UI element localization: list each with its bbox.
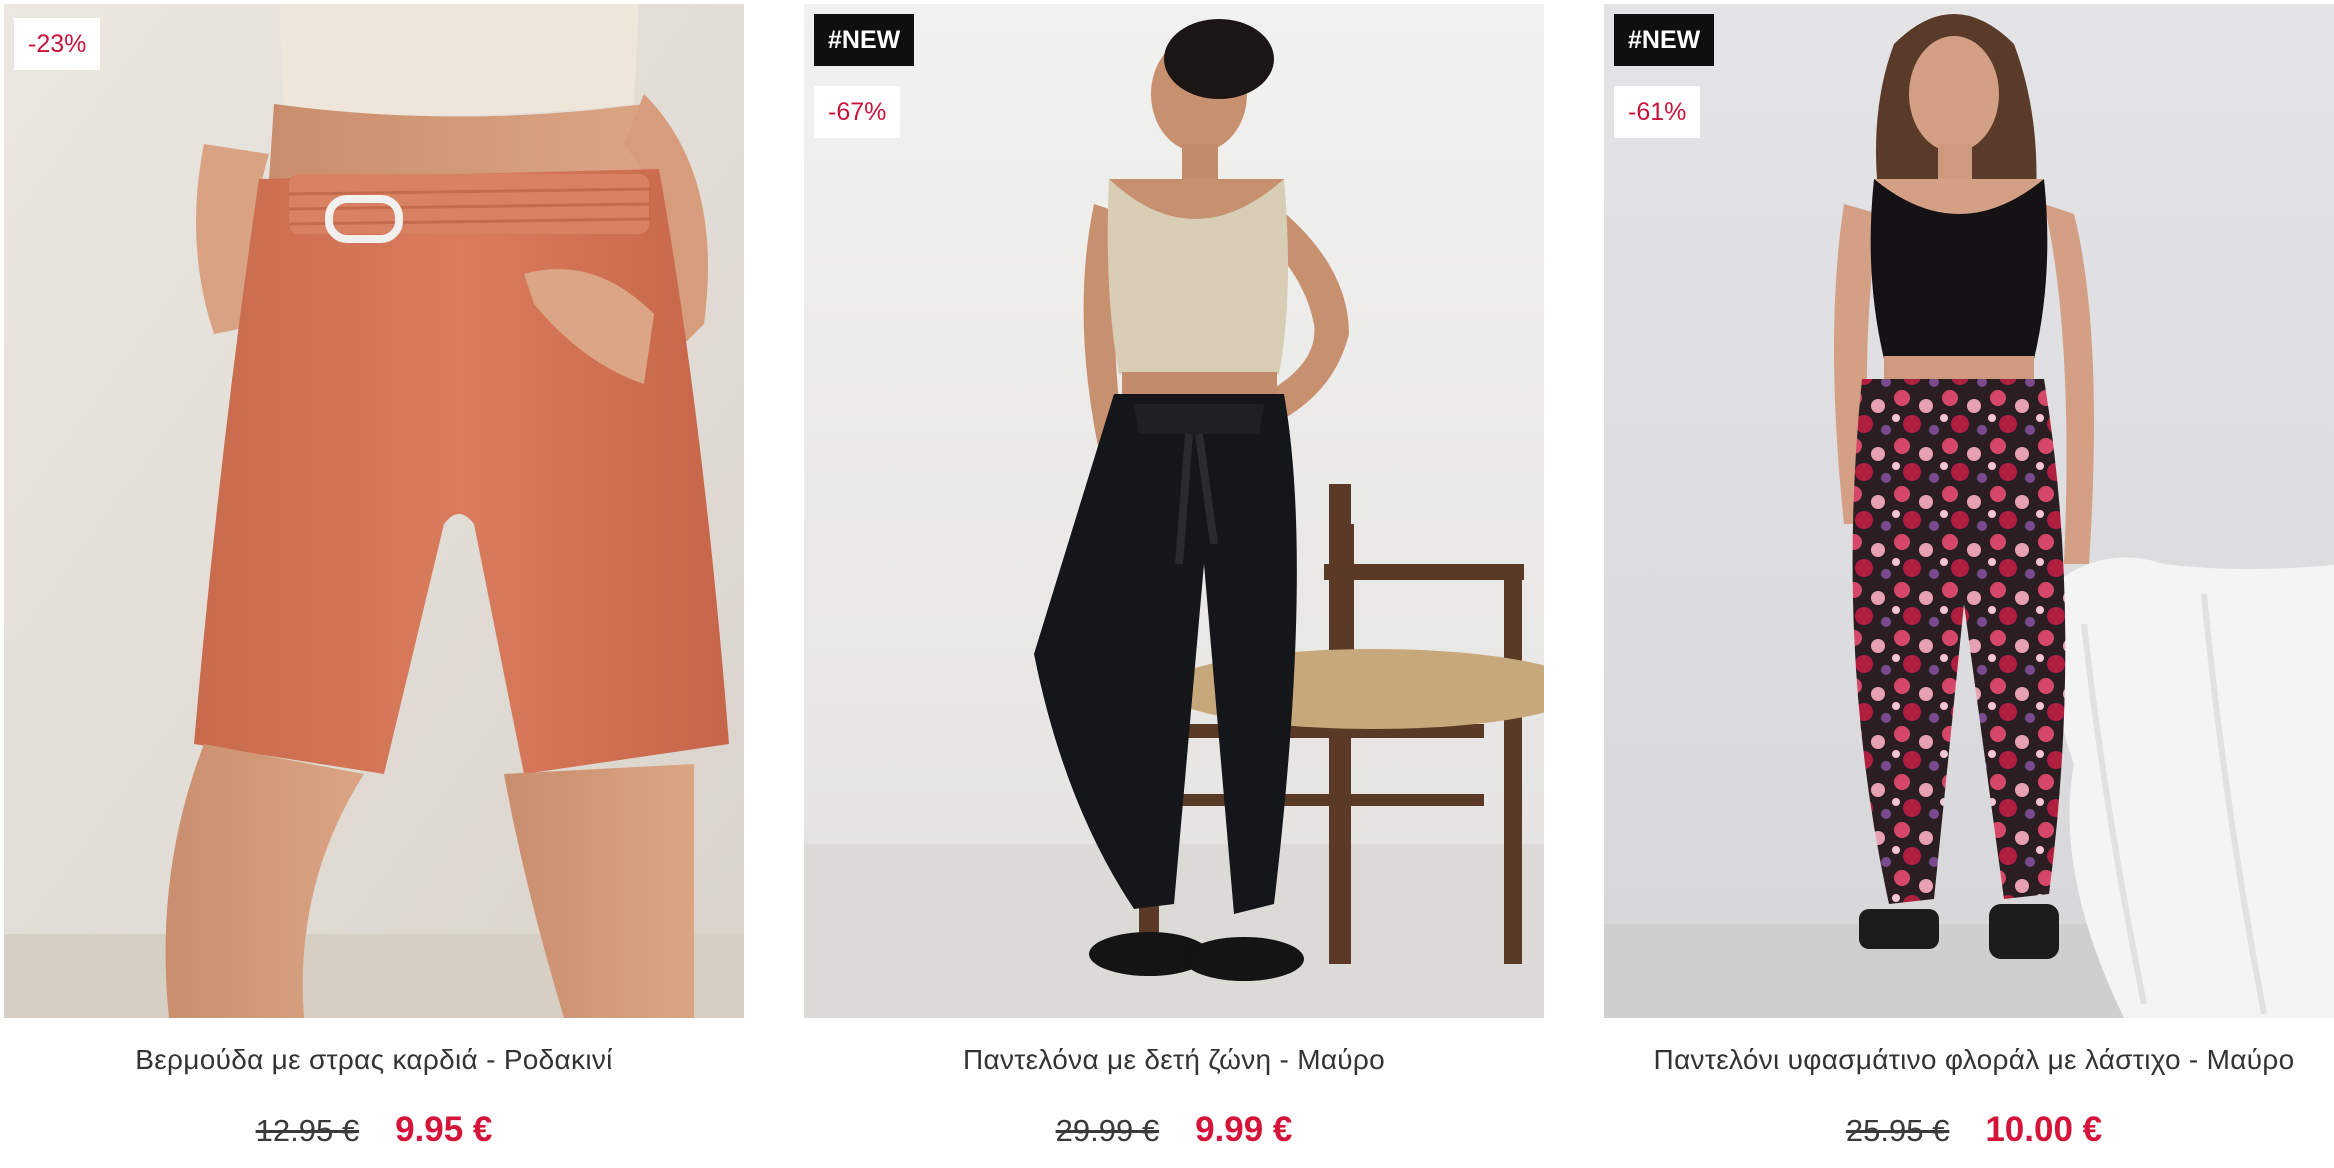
old-price: 25.95 € bbox=[1845, 1113, 1950, 1148]
sale-price: 10.00 € bbox=[1985, 1110, 2103, 1149]
product-title[interactable]: Παντελόνι υφασμάτινο φλοράλ με λάστιχο -… bbox=[1604, 1044, 2334, 1076]
product-image[interactable] bbox=[4, 4, 744, 1018]
product-photo-floral-trousers-icon bbox=[1604, 4, 2334, 1018]
product-title[interactable]: Παντελόνα με δετή ζώνη - Μαύρο bbox=[804, 1044, 1544, 1076]
product-grid: -23% Βερμούδα με στρας καρδιά - Ροδακινί… bbox=[0, 0, 2334, 1168]
product-card[interactable]: #NEW -67% Παντελόνα με δετή ζώνη - Μαύρο… bbox=[804, 4, 1544, 1168]
product-image[interactable] bbox=[1604, 4, 2334, 1018]
old-price: 29.99 € bbox=[1055, 1113, 1160, 1148]
discount-badge: -67% bbox=[814, 86, 901, 138]
product-image[interactable] bbox=[804, 4, 1544, 1018]
product-photo-black-trousers-icon bbox=[804, 4, 1544, 1018]
discount-badge: -23% bbox=[14, 18, 101, 70]
discount-badge: -61% bbox=[1614, 86, 1701, 138]
sale-price: 9.99 € bbox=[1195, 1110, 1293, 1149]
new-badge: #NEW bbox=[814, 14, 915, 66]
price-row: 12.95 € 9.95 € bbox=[4, 1110, 744, 1150]
product-card[interactable]: -23% Βερμούδα με στρας καρδιά - Ροδακινί… bbox=[4, 4, 744, 1168]
old-price: 12.95 € bbox=[255, 1113, 360, 1148]
price-row: 25.95 € 10.00 € bbox=[1604, 1110, 2334, 1150]
product-card[interactable]: #NEW -61% Παντελόνι υφασμάτινο φλοράλ με… bbox=[1604, 4, 2334, 1168]
product-photo-peach-shorts-icon bbox=[4, 4, 744, 1018]
new-badge: #NEW bbox=[1614, 14, 1715, 66]
price-row: 29.99 € 9.99 € bbox=[804, 1110, 1544, 1150]
sale-price: 9.95 € bbox=[395, 1110, 493, 1149]
product-title[interactable]: Βερμούδα με στρας καρδιά - Ροδακινί bbox=[4, 1044, 744, 1076]
